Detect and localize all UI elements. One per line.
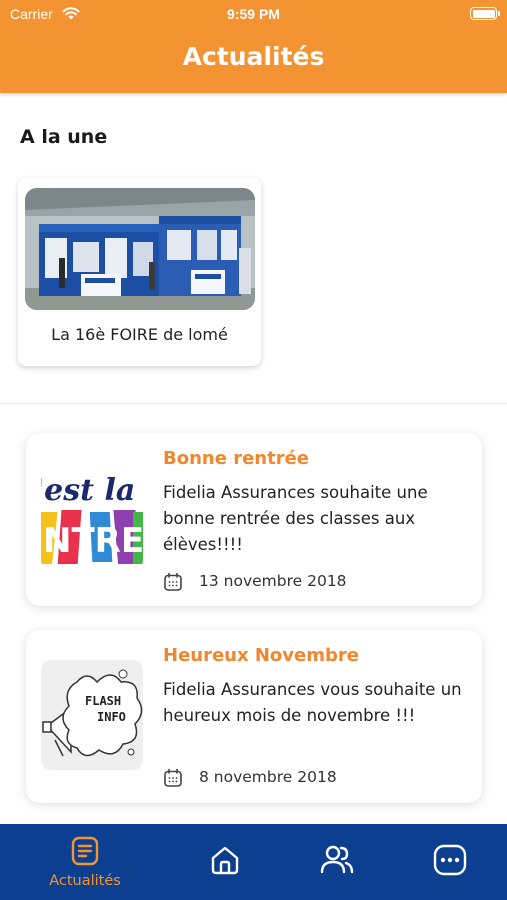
calendar-icon (164, 768, 182, 787)
app-header: Carrier 9:59 PM Actualités (0, 0, 507, 93)
news-thumbnail-text-top: FLASH (85, 694, 122, 708)
tab-users[interactable] (287, 824, 387, 900)
featured-card[interactable]: La 16è FOIRE de lomé (18, 178, 261, 366)
home-icon (211, 846, 239, 875)
featured-image (25, 188, 255, 310)
tab-bar: Actualités (0, 824, 507, 900)
news-card[interactable]: 'est la NTRE Bonne rentrée Fidelia Assur… (26, 433, 482, 606)
news-icon (71, 836, 99, 866)
tab-more[interactable] (400, 824, 500, 900)
status-bar: Carrier 9:59 PM (0, 0, 507, 28)
more-icon (433, 844, 467, 876)
section-divider (0, 403, 507, 404)
news-title: Heureux Novembre (163, 645, 359, 666)
battery-icon (470, 7, 500, 20)
svg-text:NTRE: NTRE (43, 521, 143, 561)
news-card[interactable]: FLASH INFO Heureux Novembre Fidelia Assu… (26, 630, 482, 803)
news-date: 8 novembre 2018 (199, 768, 337, 786)
users-icon (320, 845, 354, 874)
tab-actualites[interactable]: Actualités (35, 824, 135, 900)
tab-home[interactable] (175, 824, 275, 900)
tab-label: Actualités (49, 873, 121, 889)
news-text: Fidelia Assurances souhaite une bonne re… (163, 483, 428, 554)
svg-text:'est la: 'est la (41, 473, 135, 508)
news-thumbnail: 'est la NTRE (41, 460, 143, 570)
calendar-icon (164, 572, 182, 591)
featured-caption: La 16è FOIRE de lomé (51, 325, 228, 344)
featured-section-title: A la une (20, 126, 108, 148)
news-text: Fidelia Assurances vous souhaite un heur… (163, 680, 462, 725)
news-title: Bonne rentrée (163, 448, 309, 469)
page-title: Actualités (182, 42, 325, 71)
news-thumbnail: FLASH INFO (41, 660, 143, 770)
status-time: 9:59 PM (227, 6, 280, 22)
news-thumbnail-text-bottom: INFO (97, 710, 126, 724)
news-date: 13 novembre 2018 (199, 572, 347, 590)
